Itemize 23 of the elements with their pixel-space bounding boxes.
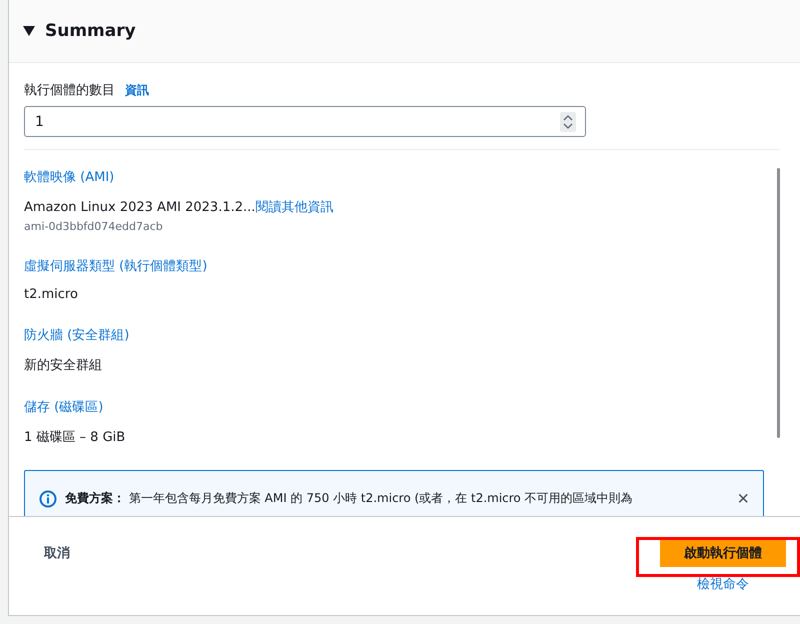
alert-text: 免費方案： 第一年包含每月免費方案 AMI 的 750 小時 t2.micro (或者，在 t2.micro 不可用的區域中則為 bbox=[65, 490, 634, 507]
view-command-link[interactable]: 檢視命令 bbox=[697, 575, 749, 593]
section-value: 1 磁碟區 – 8 GiB bbox=[24, 430, 126, 445]
section-heading: 虛擬伺服器類型 (執行個體類型) bbox=[24, 258, 208, 275]
spinner-icon[interactable] bbox=[560, 112, 576, 132]
section-value: t2.micro bbox=[24, 287, 78, 302]
section-heading: 防火牆 (安全群組) bbox=[24, 327, 130, 344]
field-label: 執行個體的數目 bbox=[24, 82, 115, 99]
section-heading: 儲存 (磁碟區) bbox=[24, 399, 104, 416]
number-input[interactable]: 1 bbox=[24, 106, 586, 137]
info-icon bbox=[39, 490, 57, 508]
section-value: 新的安全群組 bbox=[24, 358, 102, 373]
cancel-button[interactable]: 取消 bbox=[44, 539, 70, 567]
section-heading: 軟體映像 (AMI) bbox=[24, 169, 116, 186]
ami-id: ami-0d3bbfd074edd7acb bbox=[24, 220, 164, 233]
panel-title: Summary bbox=[45, 21, 136, 41]
close-button[interactable]: × bbox=[737, 490, 749, 508]
read-more-link[interactable]: 閱讀其他資訊 bbox=[255, 200, 334, 215]
info-link[interactable]: 資訊 bbox=[125, 82, 149, 98]
launch-button[interactable]: 啟動執行個體 bbox=[660, 539, 786, 567]
section-value: Amazon Linux 2023 AMI 2023.1.2... bbox=[24, 200, 256, 215]
scrollbar[interactable] bbox=[777, 168, 780, 438]
caret-icon[interactable] bbox=[23, 26, 35, 36]
